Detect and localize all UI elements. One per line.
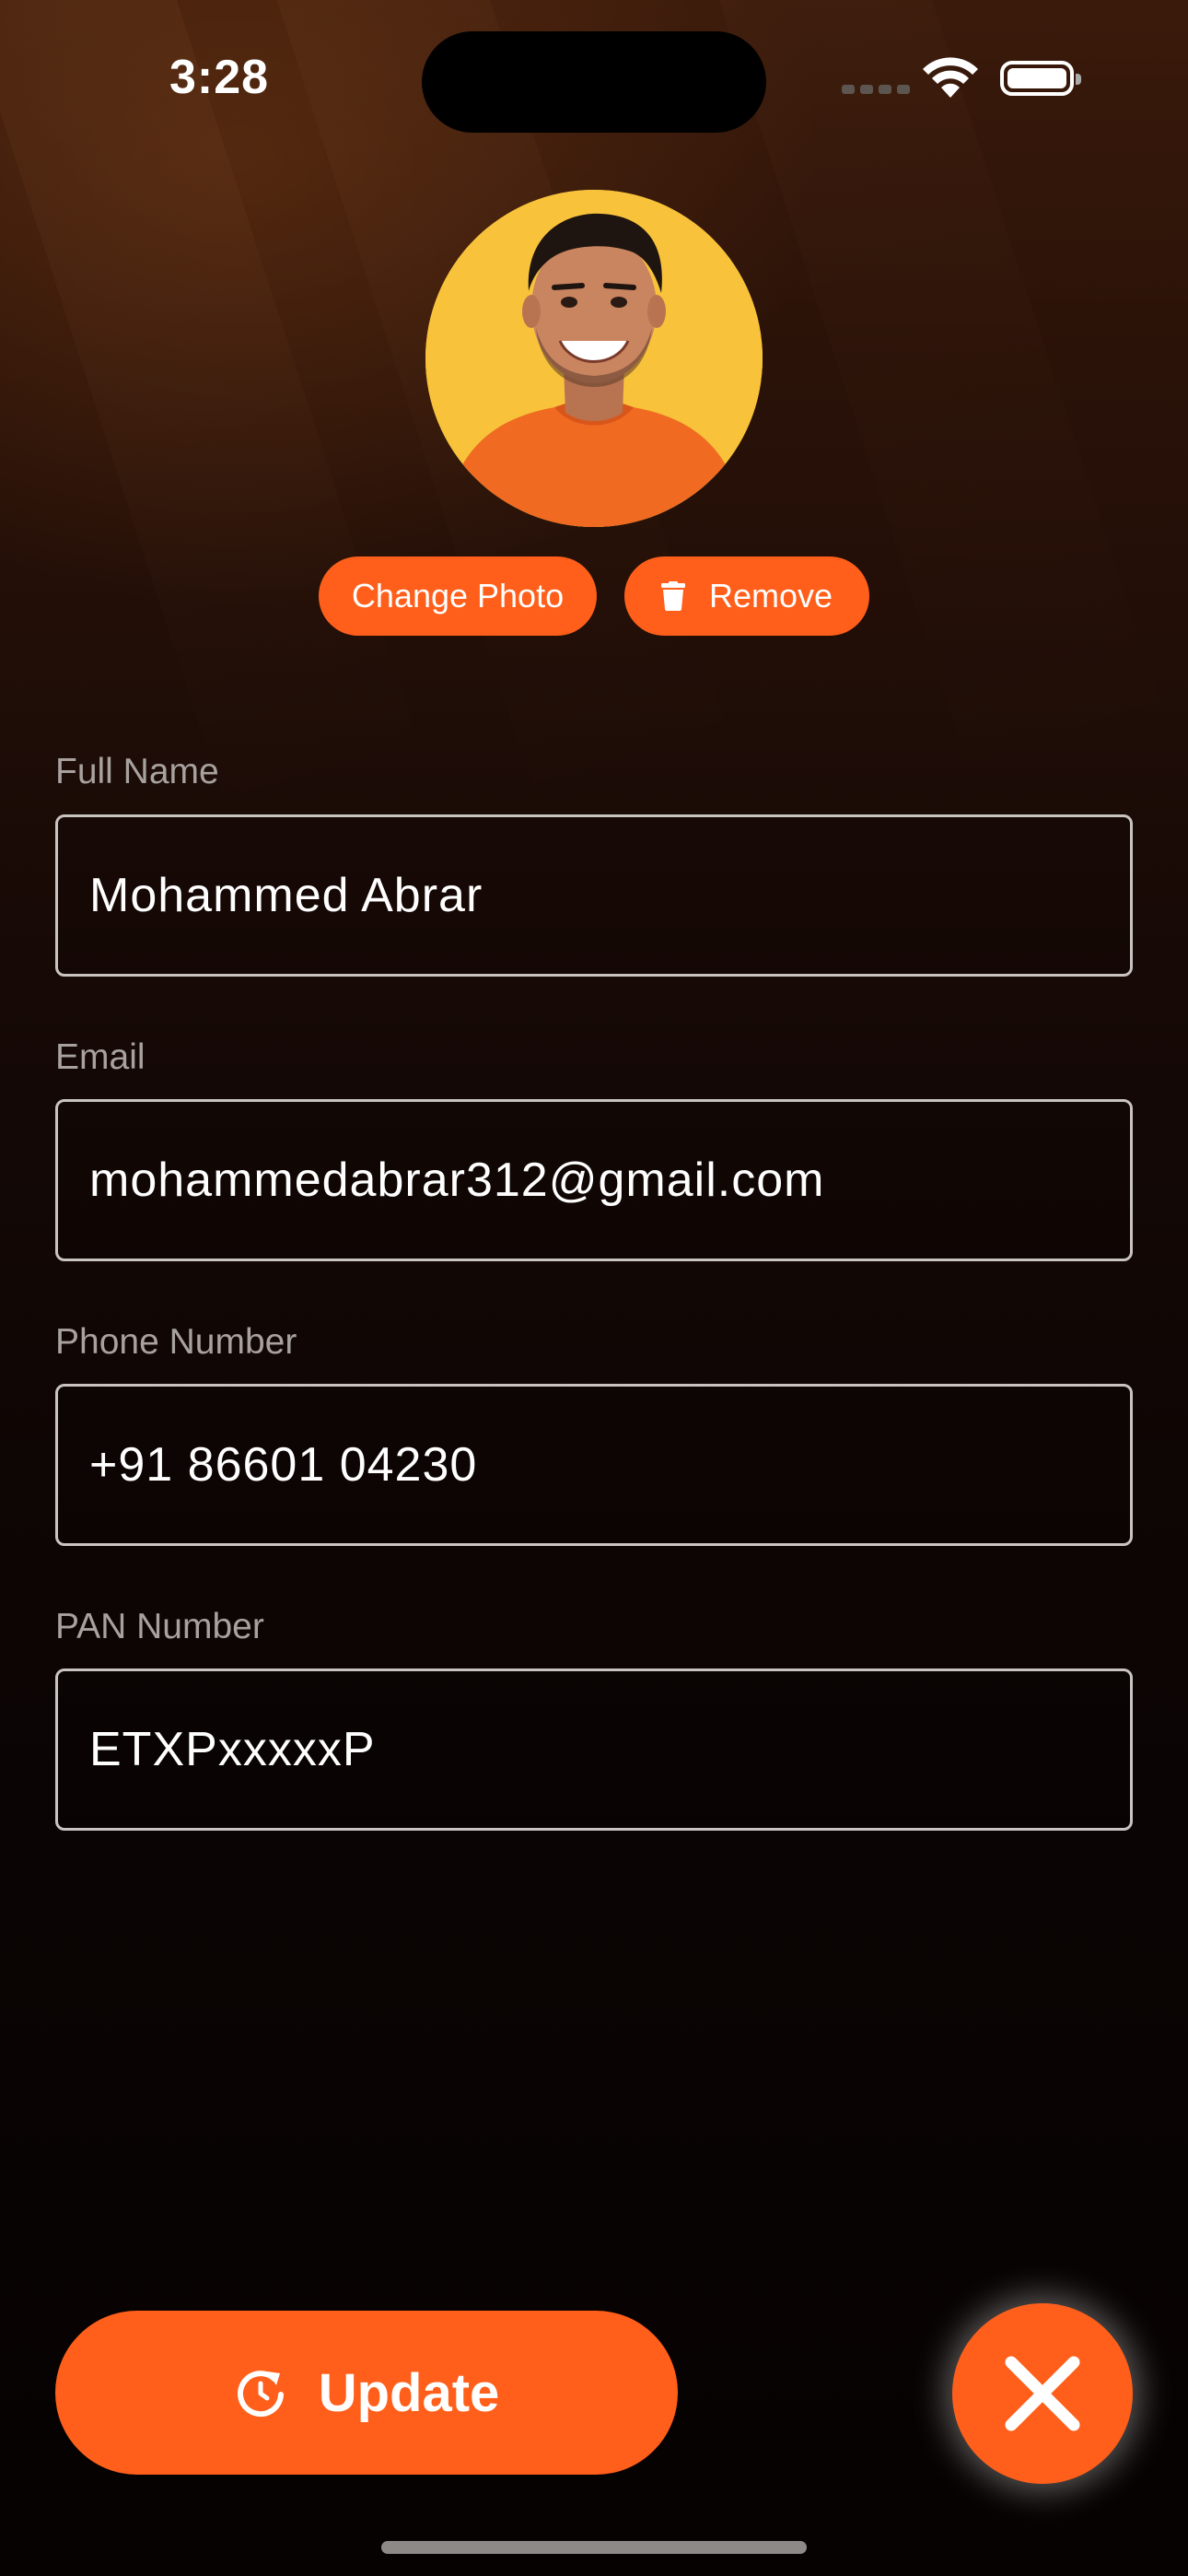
close-icon	[1005, 2356, 1080, 2431]
email-label: Email	[55, 1037, 146, 1077]
dynamic-island	[422, 31, 766, 133]
change-photo-button[interactable]: Change Photo	[319, 556, 597, 636]
refresh-icon	[237, 2371, 284, 2418]
status-time: 3:28	[169, 51, 270, 104]
phone-number-label: Phone Number	[55, 1322, 297, 1362]
profile-avatar[interactable]	[425, 190, 763, 527]
profile-photo	[425, 190, 763, 527]
full-name-label: Full Name	[55, 752, 219, 791]
pan-number-input[interactable]	[89, 1671, 1102, 1828]
full-name-field[interactable]	[55, 814, 1133, 977]
home-indicator[interactable]	[381, 2541, 807, 2554]
change-photo-label: Change Photo	[351, 577, 565, 615]
close-button[interactable]	[952, 2303, 1133, 2484]
remove-photo-button[interactable]: Remove	[624, 556, 869, 636]
pan-number-label: PAN Number	[55, 1607, 264, 1646]
phone-number-field[interactable]	[55, 1384, 1133, 1546]
phone-number-input[interactable]	[89, 1387, 1102, 1543]
update-label: Update	[318, 2362, 500, 2423]
wifi-icon	[923, 57, 978, 98]
update-button[interactable]: Update	[55, 2311, 678, 2475]
full-name-input[interactable]	[89, 817, 1102, 974]
email-field[interactable]	[55, 1099, 1133, 1261]
background-light-streak	[0, 0, 428, 837]
trash-icon	[660, 581, 685, 611]
email-input[interactable]	[89, 1102, 1102, 1259]
cellular-signal-icon	[842, 85, 910, 94]
pan-number-field[interactable]	[55, 1669, 1133, 1831]
battery-icon	[1000, 61, 1081, 96]
background-light-streak	[677, 0, 1183, 837]
remove-photo-label: Remove	[708, 577, 833, 615]
